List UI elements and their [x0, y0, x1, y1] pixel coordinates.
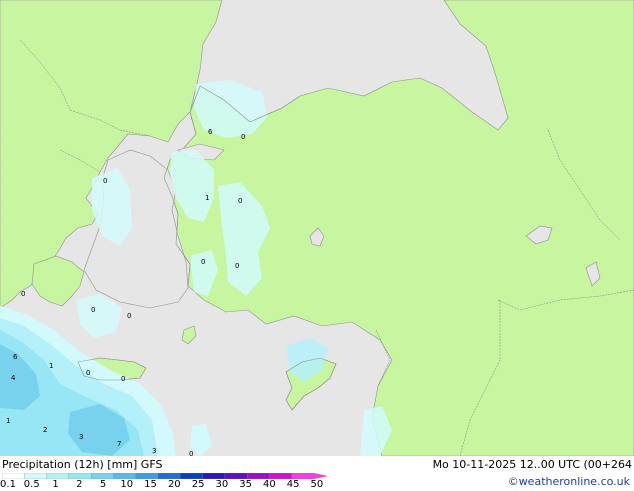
point-label: 0	[103, 177, 107, 185]
legend-tick-label: 50	[310, 479, 324, 490]
point-label: 1	[205, 194, 209, 202]
legend-tick-label: 45	[286, 479, 300, 490]
legend-tick-label: 30	[215, 479, 229, 490]
point-label: 3	[152, 447, 156, 455]
legend-tick-label: 0.5	[23, 479, 40, 490]
point-label: 0	[201, 258, 205, 266]
map-footer: Precipitation (12h) [mm] GFS Mo 10-11-20…	[0, 456, 634, 490]
legend-tick-label: 15	[144, 479, 157, 490]
legend-tick-label: 25	[191, 479, 205, 490]
legend-labels: 0.1 0.5 1 2 5 10 15 20 25 30 35 40 45 50	[0, 480, 330, 491]
point-label: 0	[241, 133, 245, 141]
legend-tick-label: 35	[239, 479, 252, 490]
map-frame: 6 0 0 1 0 0 0 0 0 0 6 1 4 1 0 0 2 3 7 3 …	[0, 0, 634, 490]
run-info: Mo 10-11-2025 12..00 UTC (00+264	[432, 458, 632, 471]
map-title: Precipitation (12h) [mm] GFS	[2, 458, 163, 471]
legend-tick-label: 40	[262, 479, 276, 490]
legend-tick-label: 5	[99, 479, 107, 490]
point-label: 0	[21, 290, 25, 298]
legend-tick-label: 20	[167, 479, 181, 490]
color-legend	[2, 473, 328, 479]
point-label: 0	[121, 375, 125, 383]
precipitation-map: 6 0 0 1 0 0 0 0 0 0 6 1 4 1 0 0 2 3 7 3 …	[0, 0, 634, 456]
point-label: 0	[127, 312, 131, 320]
point-label: 2	[43, 426, 47, 434]
credit-link[interactable]: ©weatheronline.co.uk	[508, 475, 630, 488]
point-label: 6	[13, 353, 18, 361]
legend-tick-label: 1	[52, 479, 59, 490]
legend-tick-label: 2	[76, 479, 83, 490]
point-label: 0	[86, 369, 90, 377]
point-label: 7	[117, 440, 121, 448]
legend-tick-label: 10	[120, 479, 134, 490]
point-label: 1	[49, 362, 53, 370]
point-label: 0	[235, 262, 239, 270]
point-label: 4	[11, 374, 16, 382]
point-label: 3	[79, 433, 83, 441]
legend-tick-label: 0.1	[0, 479, 16, 490]
point-label: 6	[208, 128, 213, 136]
point-label: 1	[6, 417, 10, 425]
point-label: 0	[91, 306, 95, 314]
point-label: 0	[238, 197, 242, 205]
